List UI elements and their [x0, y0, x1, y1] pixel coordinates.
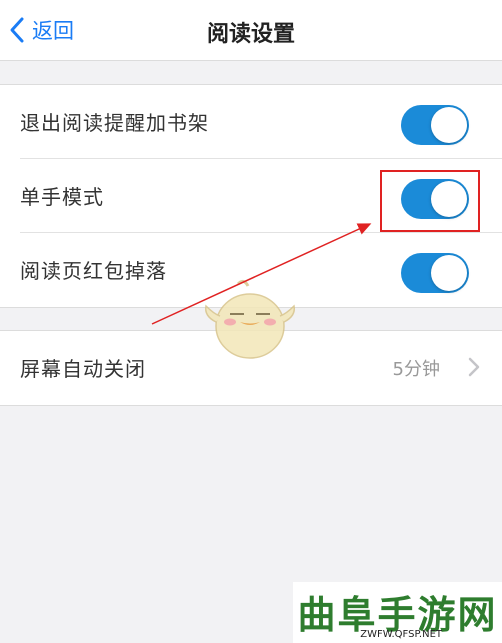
- page-title: 阅读设置: [206, 22, 295, 47]
- toggle-knob: [431, 107, 467, 143]
- highlight-box: [380, 170, 480, 232]
- setting-row-bookshelf-reminder: 退出阅读提醒加书架: [0, 85, 502, 159]
- setting-label: 退出阅读提醒加书架: [20, 111, 209, 135]
- watermark-url: ZWFW.QFSP.NET: [360, 629, 442, 640]
- setting-label: 屏幕自动关闭: [20, 357, 146, 381]
- screen-off-value: 5分钟: [392, 359, 440, 380]
- chevron-right-icon: [468, 357, 480, 377]
- nav-bar: 返回 阅读设置: [0, 0, 502, 61]
- setting-label: 阅读页红包掉落: [20, 259, 167, 283]
- watermark-logo: 曲阜手游网 ZWFW.QFSP.NET: [293, 582, 502, 643]
- mascot-watermark-image: [204, 279, 296, 359]
- setting-label: 单手模式: [20, 185, 104, 209]
- bookshelf-reminder-toggle[interactable]: [401, 105, 469, 145]
- red-packet-drop-toggle[interactable]: [401, 253, 469, 293]
- toggle-knob: [431, 255, 467, 291]
